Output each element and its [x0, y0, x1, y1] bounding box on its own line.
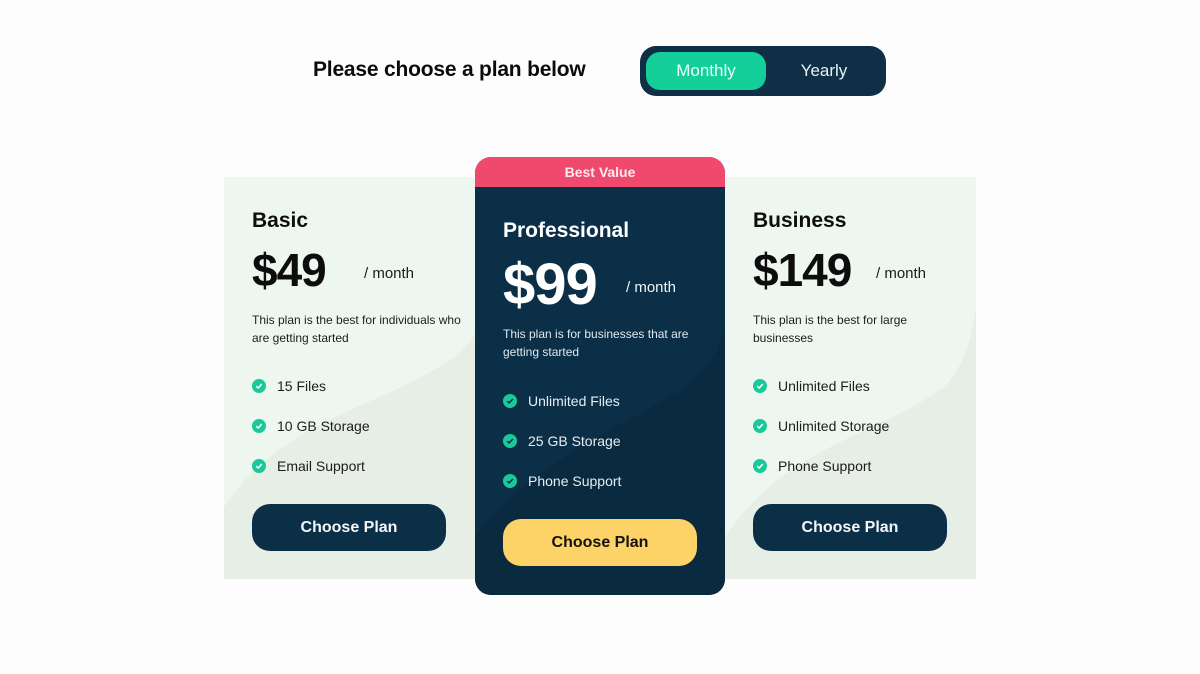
plan-description: This plan is the best for individuals wh… [252, 313, 461, 345]
check-circle-icon [753, 419, 767, 433]
toggle-option-yearly[interactable]: Yearly [764, 52, 884, 90]
plan-card-basic: Basic $49 / month This plan is the best … [224, 177, 474, 579]
check-circle-icon [753, 459, 767, 473]
feature-item: Unlimited Files [753, 366, 889, 406]
choose-plan-button-basic[interactable]: Choose Plan [252, 504, 446, 551]
toggle-option-monthly[interactable]: Monthly [646, 52, 766, 90]
choose-plan-button-business[interactable]: Choose Plan [753, 504, 947, 551]
feature-label: Unlimited Files [778, 378, 870, 394]
plan-description: This plan is for businesses that are get… [503, 327, 689, 359]
check-circle-icon [252, 379, 266, 393]
plan-price: $49 [252, 244, 327, 296]
billing-period-toggle[interactable]: Monthly Yearly [640, 46, 886, 96]
feature-item: Unlimited Storage [753, 406, 889, 446]
plan-price: $99 [503, 252, 598, 317]
feature-item: Phone Support [503, 461, 621, 501]
plan-card-business: Business $149 / month This plan is the b… [725, 177, 975, 579]
feature-list: Unlimited Files 25 GB Storage Phone Supp… [503, 381, 621, 501]
check-circle-icon [252, 419, 266, 433]
plan-period: / month [364, 265, 415, 282]
check-circle-icon [753, 379, 767, 393]
feature-label: Email Support [277, 458, 365, 474]
feature-label: 25 GB Storage [528, 433, 621, 449]
feature-list: Unlimited Files Unlimited Storage Phone … [753, 366, 889, 486]
plan-card-professional: Best Value Professional $99 / month This… [475, 157, 725, 595]
plan-name: Basic [252, 209, 309, 232]
feature-item: 15 Files [252, 366, 370, 406]
plan-period: / month [626, 279, 677, 296]
check-circle-icon [503, 394, 517, 408]
feature-label: Phone Support [778, 458, 872, 474]
plan-period: / month [876, 265, 927, 282]
choose-plan-button-professional[interactable]: Choose Plan [503, 519, 697, 566]
feature-item: 25 GB Storage [503, 421, 621, 461]
feature-item: Unlimited Files [503, 381, 621, 421]
best-value-badge: Best Value [475, 157, 725, 187]
page-title: Please choose a plan below [313, 58, 586, 81]
plan-name: Business [753, 209, 847, 232]
feature-item: 10 GB Storage [252, 406, 370, 446]
feature-list: 15 Files 10 GB Storage Email Support [252, 366, 370, 486]
feature-item: Email Support [252, 446, 370, 486]
check-circle-icon [503, 434, 517, 448]
plan-description: This plan is the best for large business… [753, 313, 908, 345]
feature-label: 15 Files [277, 378, 327, 394]
check-circle-icon [503, 474, 517, 488]
feature-item: Phone Support [753, 446, 889, 486]
feature-label: Unlimited Files [528, 393, 620, 409]
feature-label: Phone Support [528, 473, 622, 489]
plan-price: $149 [753, 244, 852, 296]
feature-label: 10 GB Storage [277, 418, 370, 434]
feature-label: Unlimited Storage [778, 418, 890, 434]
check-circle-icon [252, 459, 266, 473]
plan-name: Professional [503, 219, 630, 242]
